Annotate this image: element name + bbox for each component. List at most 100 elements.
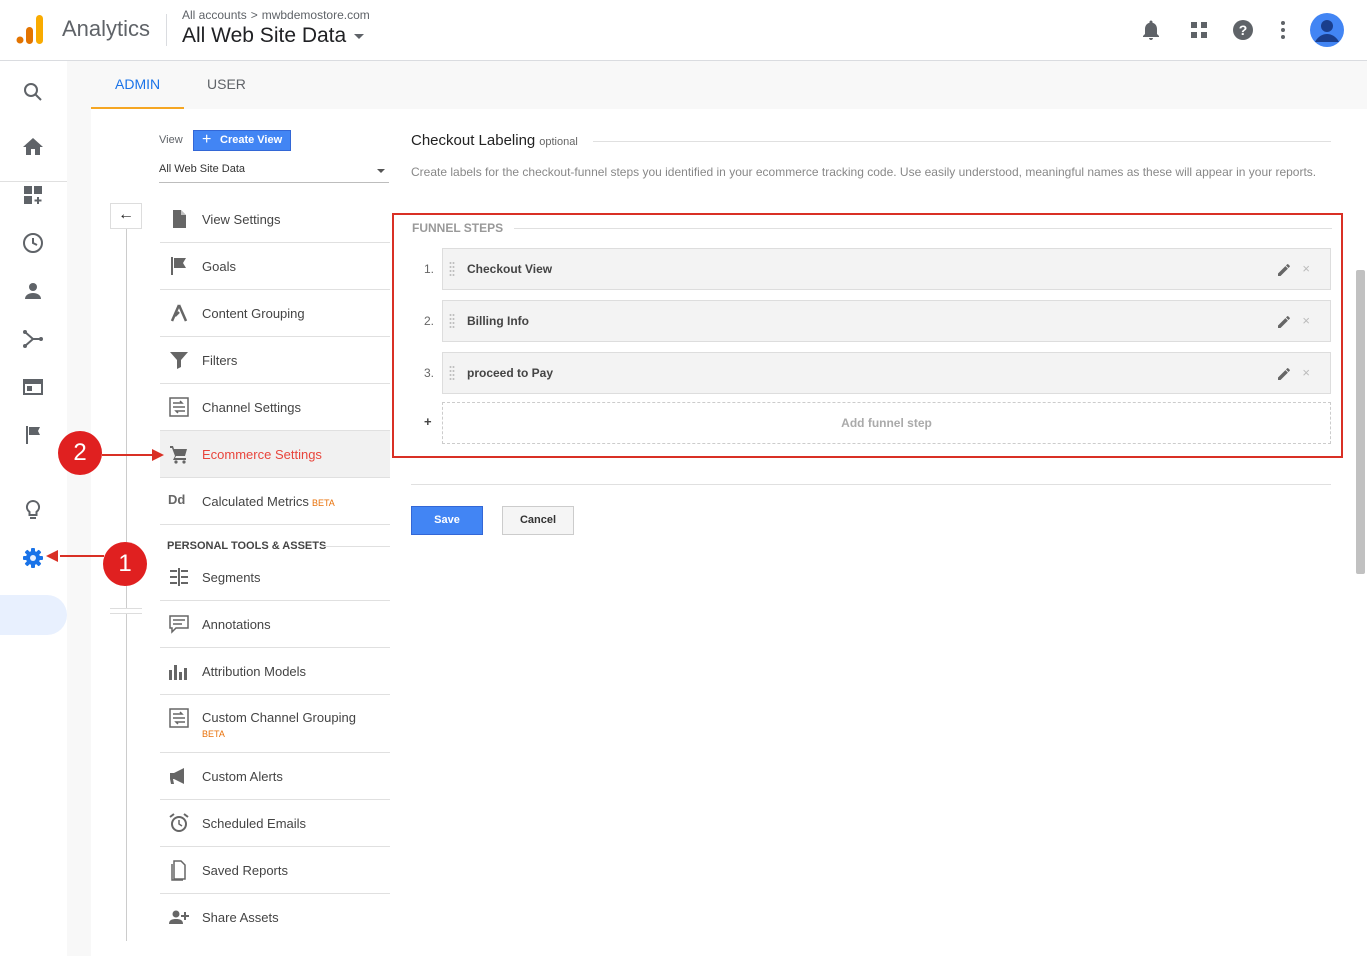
- share-assets-icon: [169, 910, 189, 924]
- funnel-step-row[interactable]: proceed to Pay ×: [442, 352, 1331, 394]
- drag-handle-icon[interactable]: [449, 313, 455, 329]
- drag-handle-icon[interactable]: [449, 261, 455, 277]
- step-number: 1.: [424, 262, 435, 276]
- acquisition-icon[interactable]: [21, 327, 45, 351]
- beta-badge: BETA: [202, 729, 225, 739]
- flag-icon: [171, 257, 186, 275]
- svg-text:?: ?: [1239, 22, 1248, 38]
- cart-icon: [170, 446, 187, 464]
- document-icon: [173, 210, 186, 228]
- menu-item-saved-reports[interactable]: Saved Reports: [160, 847, 390, 894]
- back-arrow-icon: ←: [118, 206, 134, 223]
- breadcrumb[interactable]: All accounts > mwbdemostore.com: [182, 8, 370, 22]
- search-icon[interactable]: [21, 80, 45, 104]
- pencil-edit-icon[interactable]: [1276, 262, 1292, 278]
- apps-grid-icon[interactable]: [1187, 18, 1211, 42]
- create-view-button[interactable]: + Create View: [193, 130, 291, 151]
- home-icon[interactable]: [21, 135, 45, 159]
- section-rule: [323, 546, 390, 547]
- create-view-label: Create View: [220, 134, 283, 146]
- close-icon[interactable]: ×: [1302, 365, 1310, 380]
- header-divider: [166, 14, 167, 46]
- menu-item-label: Custom Alerts: [202, 769, 283, 784]
- menu-item-label: Filters: [202, 353, 238, 368]
- view-selector[interactable]: All Web Site Data: [182, 24, 365, 48]
- menu-item-custom-channel-grouping[interactable]: Custom Channel Grouping BETA: [160, 695, 390, 753]
- annotation-arrow-1: [60, 555, 104, 557]
- optional-label: optional: [539, 136, 578, 148]
- channel-settings-icon: [169, 397, 189, 417]
- menu-item-filters[interactable]: Filters: [160, 337, 390, 384]
- view-dropdown[interactable]: All Web Site Data: [159, 163, 389, 183]
- menu-item-label: Ecommerce Settings: [202, 447, 322, 462]
- admin-gear-icon[interactable]: [21, 546, 45, 570]
- megaphone-icon: [170, 768, 184, 784]
- save-button[interactable]: Save: [411, 506, 483, 535]
- step-label: Billing Info: [467, 314, 529, 328]
- calculated-metrics-icon: Dd: [168, 492, 186, 507]
- funnel-step-row[interactable]: Billing Info ×: [442, 300, 1331, 342]
- menu-item-segments[interactable]: Segments: [160, 554, 390, 601]
- view-title: All Web Site Data: [182, 24, 347, 47]
- menu-item-content-grouping[interactable]: Content Grouping: [160, 290, 390, 337]
- menu-item-scheduled-emails[interactable]: Scheduled Emails: [160, 800, 390, 847]
- tab-admin[interactable]: ADMIN: [91, 61, 185, 109]
- left-nav-rail: [0, 61, 67, 956]
- menu-item-view-settings[interactable]: View Settings: [160, 196, 390, 243]
- menu-item-channel-settings[interactable]: Channel Settings: [160, 384, 390, 431]
- drag-handle-icon[interactable]: [449, 365, 455, 381]
- avatar[interactable]: [1310, 13, 1344, 47]
- arrowhead-left-icon: [46, 550, 58, 562]
- menu-item-annotations[interactable]: Annotations: [160, 601, 390, 648]
- menu-item-attribution-models[interactable]: Attribution Models: [160, 648, 390, 695]
- funnel-header-rule: [514, 228, 1332, 229]
- realtime-clock-icon[interactable]: [21, 231, 45, 255]
- pencil-edit-icon[interactable]: [1276, 314, 1292, 330]
- filter-icon: [170, 352, 188, 369]
- menu-item-share-assets[interactable]: Share Assets: [160, 894, 390, 941]
- checkout-labeling-title: Checkout Labeling optional: [411, 132, 578, 149]
- rail-divider: [0, 181, 67, 182]
- arrowhead-right-icon: [152, 449, 164, 461]
- segments-icon: [170, 568, 188, 586]
- caret-down-icon: [354, 33, 365, 39]
- menu-item-ecommerce-settings[interactable]: Ecommerce Settings: [160, 431, 390, 478]
- breadcrumb-account[interactable]: mwbdemostore.com: [262, 8, 370, 22]
- rail-active-highlight: [0, 595, 67, 635]
- behavior-icon[interactable]: [21, 375, 45, 399]
- close-icon[interactable]: ×: [1302, 313, 1310, 328]
- back-button[interactable]: ←: [110, 203, 142, 229]
- menu-item-goals[interactable]: Goals: [160, 243, 390, 290]
- annotation-badge-2: 2: [58, 431, 102, 475]
- view-dropdown-value: All Web Site Data: [159, 163, 246, 175]
- audience-person-icon[interactable]: [21, 279, 45, 303]
- breadcrumb-root[interactable]: All accounts: [182, 8, 247, 22]
- more-vert-icon[interactable]: [1271, 18, 1295, 42]
- funnel-step-row[interactable]: Checkout View ×: [442, 248, 1331, 290]
- plus-icon: +: [202, 131, 212, 148]
- step-number: 2.: [424, 314, 435, 328]
- menu-item-calculated-metrics[interactable]: Dd Calculated Metrics BETA: [160, 478, 390, 525]
- cancel-button[interactable]: Cancel: [502, 506, 574, 535]
- customization-icon[interactable]: [21, 183, 45, 207]
- bell-icon[interactable]: [1139, 18, 1163, 42]
- plus-icon: +: [424, 414, 432, 429]
- scrollbar-thumb[interactable]: [1356, 270, 1365, 574]
- discover-lightbulb-icon[interactable]: [21, 498, 45, 522]
- menu-item-label: Annotations: [202, 617, 271, 632]
- product-name: Analytics: [62, 16, 151, 41]
- funnel-steps-box: FUNNEL STEPS 1. Checkout View × 2. Billi…: [392, 213, 1343, 458]
- checkout-description: Create labels for the checkout-funnel st…: [411, 165, 1317, 179]
- alarm-clock-icon: [169, 813, 189, 832]
- menu-item-label: Attribution Models: [202, 664, 307, 679]
- help-icon[interactable]: ?: [1231, 18, 1255, 42]
- tab-user[interactable]: USER: [183, 61, 270, 109]
- close-icon[interactable]: ×: [1302, 261, 1310, 276]
- analytics-logo-icon: [16, 15, 43, 44]
- add-funnel-step-button[interactable]: Add funnel step: [442, 402, 1331, 444]
- annotations-icon: [169, 615, 189, 634]
- pencil-edit-icon[interactable]: [1276, 366, 1292, 382]
- menu-item-custom-alerts[interactable]: Custom Alerts: [160, 753, 390, 800]
- conversions-flag-icon[interactable]: [21, 423, 45, 447]
- view-label: View: [159, 134, 183, 146]
